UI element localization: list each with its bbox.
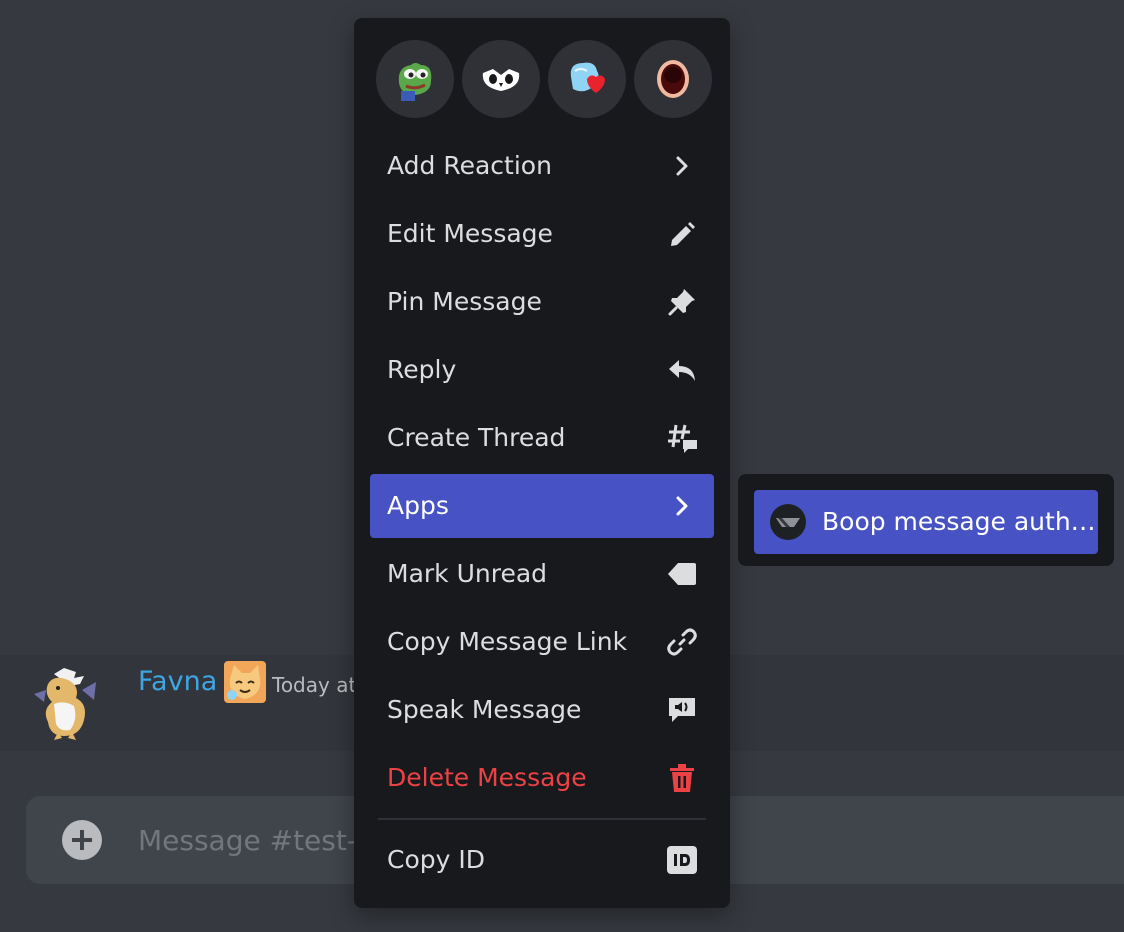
menu-item-create-thread[interactable]: Create Thread	[370, 406, 714, 470]
menu-item-apps[interactable]: Apps	[370, 474, 714, 538]
id-icon	[667, 846, 697, 874]
quick-reaction-pepe[interactable]	[376, 40, 454, 118]
menu-item-label: Add Reaction	[387, 151, 552, 180]
submenu-item-boop-message-author[interactable]: Boop message auth…	[754, 490, 1098, 554]
ice-heart-emoji-icon	[570, 62, 605, 93]
chevron-right-icon	[676, 496, 688, 516]
menu-item-edit-message[interactable]: Edit Message	[370, 202, 714, 266]
avatar[interactable]	[24, 664, 104, 744]
menu-item-speak-message[interactable]: Speak Message	[370, 678, 714, 742]
menu-separator	[378, 818, 706, 820]
apps-submenu: Boop message auth…	[738, 474, 1114, 566]
pencil-icon	[671, 222, 695, 246]
message-input[interactable]	[138, 820, 358, 860]
menu-item-label: Copy ID	[387, 845, 485, 874]
link-icon	[667, 628, 697, 656]
menu-item-copy-id[interactable]: Copy ID	[370, 828, 714, 892]
plus-icon	[72, 830, 92, 850]
menu-item-label: Copy Message Link	[387, 627, 628, 656]
menu-item-reply[interactable]: Reply	[370, 338, 714, 402]
menu-item-delete-message[interactable]: Delete Message	[370, 746, 714, 810]
menu-item-label: Delete Message	[387, 763, 587, 792]
pin-icon	[668, 289, 695, 316]
quick-reaction-owl[interactable]	[462, 40, 540, 118]
message-timestamp: Today at	[272, 673, 357, 697]
menu-item-label: Mark Unread	[387, 559, 548, 588]
menu-item-copy-message-link[interactable]: Copy Message Link	[370, 610, 714, 674]
menu-item-label: Speak Message	[387, 695, 582, 724]
menu-item-label: Edit Message	[387, 219, 553, 248]
submenu-item-label: Boop message auth…	[822, 507, 1096, 536]
menu-item-mark-unread[interactable]: Mark Unread	[370, 542, 714, 606]
message-context-menu: Add Reaction Edit Message Pin Message Re…	[354, 18, 730, 908]
message-author[interactable]: Favna	[138, 664, 217, 700]
menu-item-add-reaction[interactable]: Add Reaction	[370, 134, 714, 198]
gaping-mouth-emoji-icon	[657, 60, 689, 98]
speak-icon	[669, 698, 695, 722]
owl-emoji-icon	[482, 69, 520, 91]
menu-item-label: Pin Message	[387, 287, 542, 316]
menu-item-label: Create Thread	[387, 423, 566, 452]
pepe-emoji-icon	[398, 63, 432, 101]
mark-unread-icon	[668, 563, 696, 585]
trash-icon	[670, 764, 694, 792]
reply-icon	[669, 360, 695, 381]
menu-item-pin-message[interactable]: Pin Message	[370, 270, 714, 334]
chevron-right-icon	[676, 156, 688, 176]
app-avatar-icon	[770, 504, 806, 540]
menu-item-label: Apps	[387, 491, 449, 520]
author-badge-emoji-icon	[224, 661, 266, 703]
quick-reaction-ice-heart[interactable]	[548, 40, 626, 118]
quick-reaction-gaping-mouth[interactable]	[634, 40, 712, 118]
add-attachment-button[interactable]	[62, 820, 102, 860]
thread-icon	[668, 424, 697, 453]
menu-item-label: Reply	[387, 355, 457, 384]
